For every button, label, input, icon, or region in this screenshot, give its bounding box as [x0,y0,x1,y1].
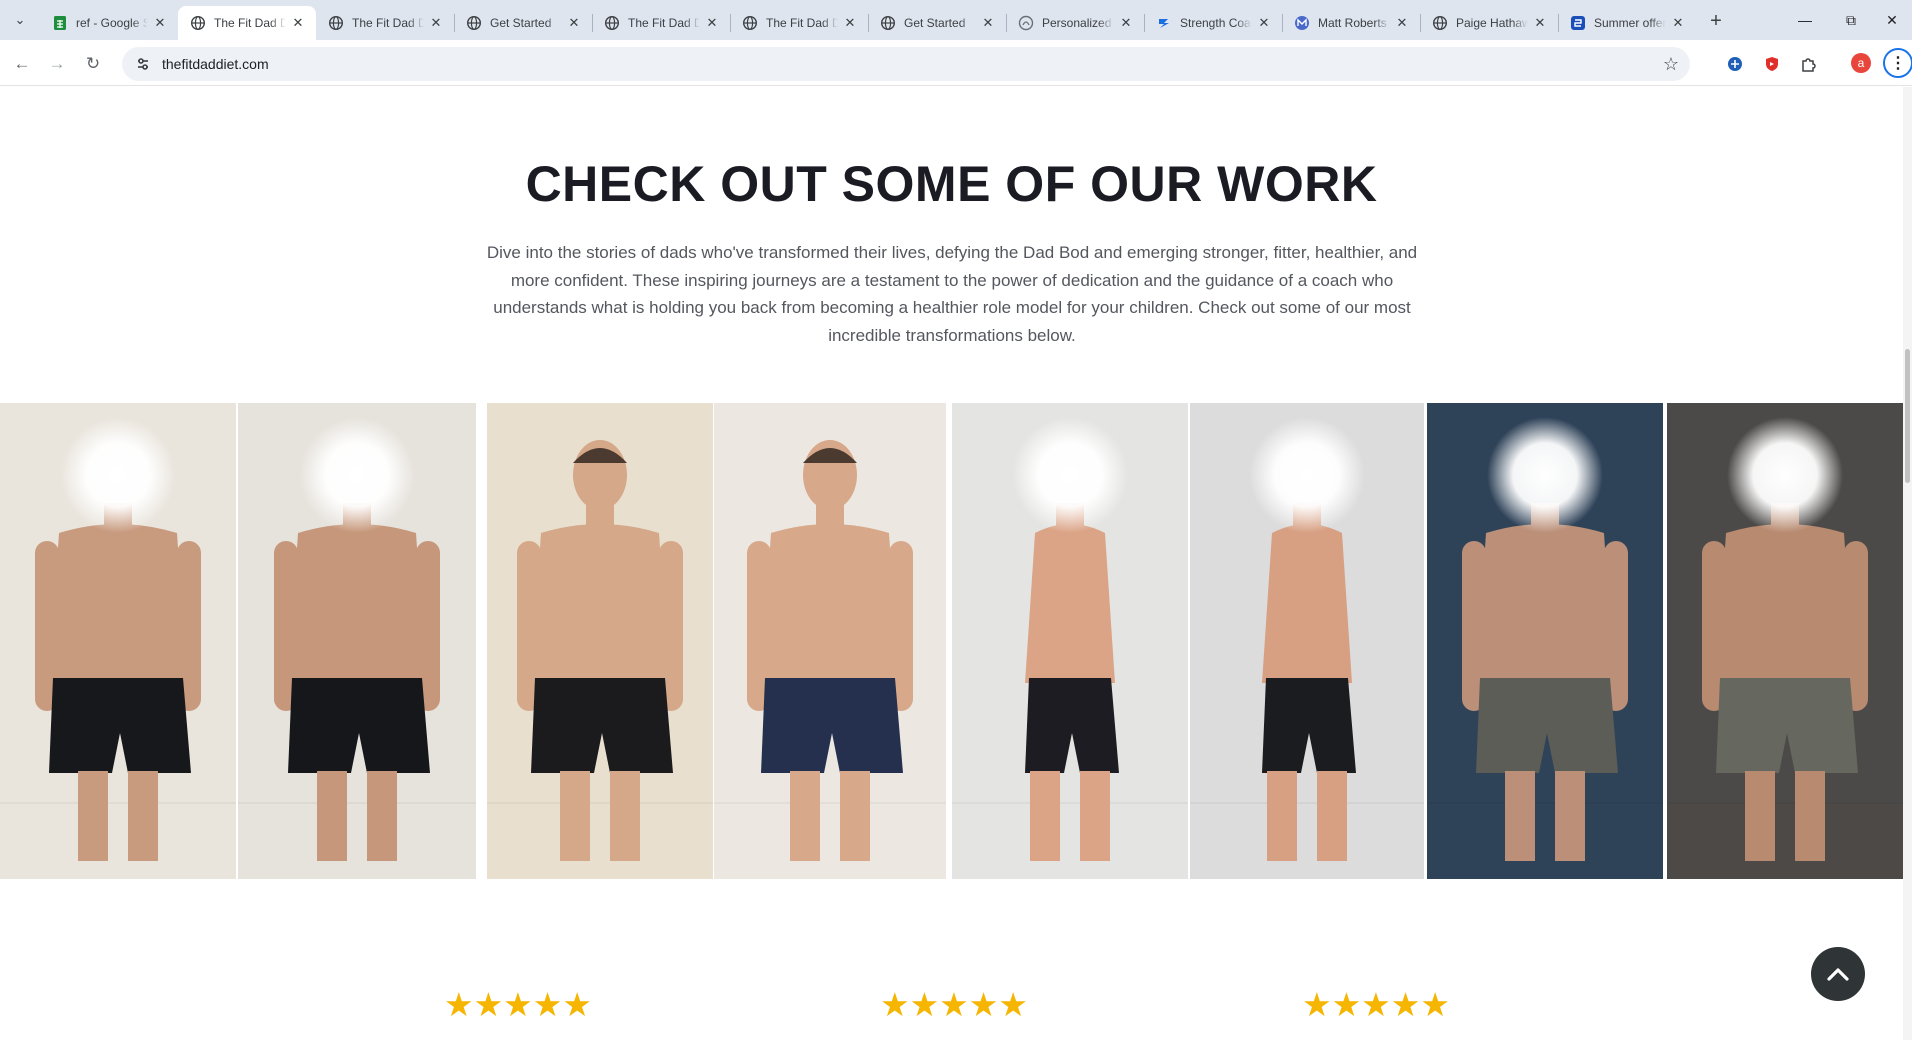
browser-tab[interactable]: The Fit Dad Diet ✕ [592,6,730,40]
transformation-1-before-photo [0,403,236,879]
browser-tab[interactable]: The Fit Dad Diet ✕ [730,6,868,40]
browser-tab[interactable]: Summer offer ✕ [1558,6,1696,40]
browser-tab[interactable]: ref - Google Sheets ✕ [40,6,178,40]
minimize-icon[interactable]: — [1782,0,1828,40]
restore-icon[interactable]: ⧉ [1828,0,1874,40]
back-icon[interactable]: ← [8,50,36,78]
sheets-icon [52,15,68,31]
site-info-icon[interactable] [128,49,158,79]
browser-tab[interactable]: Personalized ✕ [1006,6,1144,40]
scrollbar-thumb[interactable] [1905,349,1910,483]
browser-tab[interactable]: Paige Hathaway ✕ [1420,6,1558,40]
summer-icon [1570,15,1586,31]
site-icon [1018,15,1034,31]
tab-title: ref - Google Sheets [76,16,148,30]
globe-icon [1432,15,1448,31]
transformation-1-after-photo [238,403,476,879]
globe-icon [742,15,758,31]
tab-close-icon[interactable]: ✕ [428,15,444,31]
browser-tab[interactable]: Matt Roberts ✕ [1282,6,1420,40]
tab-search-icon[interactable]: ⌄ [8,8,32,32]
tab-close-icon[interactable]: ✕ [1118,15,1134,31]
profile-avatar[interactable]: a [1851,53,1871,73]
section-intro: Dive into the stories of dads who've tra… [486,243,1418,345]
forward-icon[interactable]: → [43,50,71,78]
bookmark-star-icon[interactable]: ☆ [1660,53,1682,75]
tab-title: The Fit Dad Diet [766,16,838,30]
browser-tab[interactable]: The Fit Dad Diet ✕ [316,6,454,40]
close-window-icon[interactable]: ✕ [1872,0,1912,40]
tab-close-icon[interactable]: ✕ [1532,15,1548,31]
browser-tab[interactable]: Get Started ✕ [454,6,592,40]
globe-icon [190,15,206,31]
tab-title: Get Started [904,16,966,30]
globe-icon [880,15,896,31]
strength-icon [1156,15,1172,31]
tab-close-icon[interactable]: ✕ [980,15,996,31]
tab-title: Matt Roberts [1318,16,1387,30]
tab-title: The Fit Dad Diet [628,16,700,30]
tab-close-icon[interactable]: ✕ [566,15,582,31]
tab-title: The Fit Dad Diet [214,16,286,30]
tab-strip: ⌄ ref - Google Sheets✕The Fit Dad Diet✕T… [0,0,1912,40]
tab-close-icon[interactable]: ✕ [290,15,306,31]
tab-close-icon[interactable]: ✕ [1394,15,1410,31]
mr-icon [1294,15,1310,31]
browser-tab[interactable]: Get Started ✕ [868,6,1006,40]
page-scrollbar[interactable] [1903,87,1912,1040]
globe-icon [604,15,620,31]
review-rating-2: ★★★★★ [880,986,1028,1023]
tab-title: Strength Coach [1180,16,1252,30]
url-text[interactable]: thefitdaddiet.com [162,56,269,72]
transformation-gallery [0,403,1903,879]
tab-close-icon[interactable]: ✕ [704,15,720,31]
reload-icon[interactable]: ↻ [79,50,107,78]
tab-close-icon[interactable]: ✕ [152,15,168,31]
transformation-3-after-photo [1190,403,1424,879]
extension-shield-icon[interactable] [1760,52,1784,76]
back-to-top-button[interactable] [1811,947,1865,1001]
browser-tab[interactable]: Strength Coach ✕ [1144,6,1282,40]
review-rating-3: ★★★★★ [1302,986,1450,1023]
transformation-2-before-photo [487,403,713,879]
globe-icon [466,15,482,31]
page-content: CHECK OUT SOME OF OUR WORK Dive into the… [0,87,1903,1040]
section-heading: CHECK OUT SOME OF OUR WORK [525,156,1378,212]
extension-globe-icon[interactable] [1723,52,1747,76]
transformation-3-before-photo [952,403,1188,879]
new-tab-button[interactable]: + [1703,8,1729,34]
tab-title: Personalized [1042,16,1112,30]
review-rating-1: ★★★★★ [444,986,592,1023]
browser-tab[interactable]: The Fit Dad Diet ✕ [178,6,316,40]
tab-close-icon[interactable]: ✕ [1670,15,1686,31]
address-bar[interactable]: thefitdaddiet.com ☆ [122,47,1690,81]
tab-title: Get Started [490,16,552,30]
tab-close-icon[interactable]: ✕ [842,15,858,31]
browser-toolbar: ← → ↻ thefitdaddiet.com ☆ [0,40,1912,86]
transformation-4-after-photo [1667,403,1903,879]
tab-title: Paige Hathaway [1456,16,1528,30]
transformation-4-before-photo [1427,403,1663,879]
browser-menu-icon[interactable]: ⋮ [1883,48,1912,78]
tab-close-icon[interactable]: ✕ [1256,15,1272,31]
tab-title: The Fit Dad Diet [352,16,424,30]
globe-icon [328,15,344,31]
chevron-up-icon [1827,968,1849,981]
transformation-2-after-photo [714,403,946,879]
tab-title: Summer offer [1594,16,1666,30]
extensions-puzzle-icon[interactable] [1797,52,1821,76]
